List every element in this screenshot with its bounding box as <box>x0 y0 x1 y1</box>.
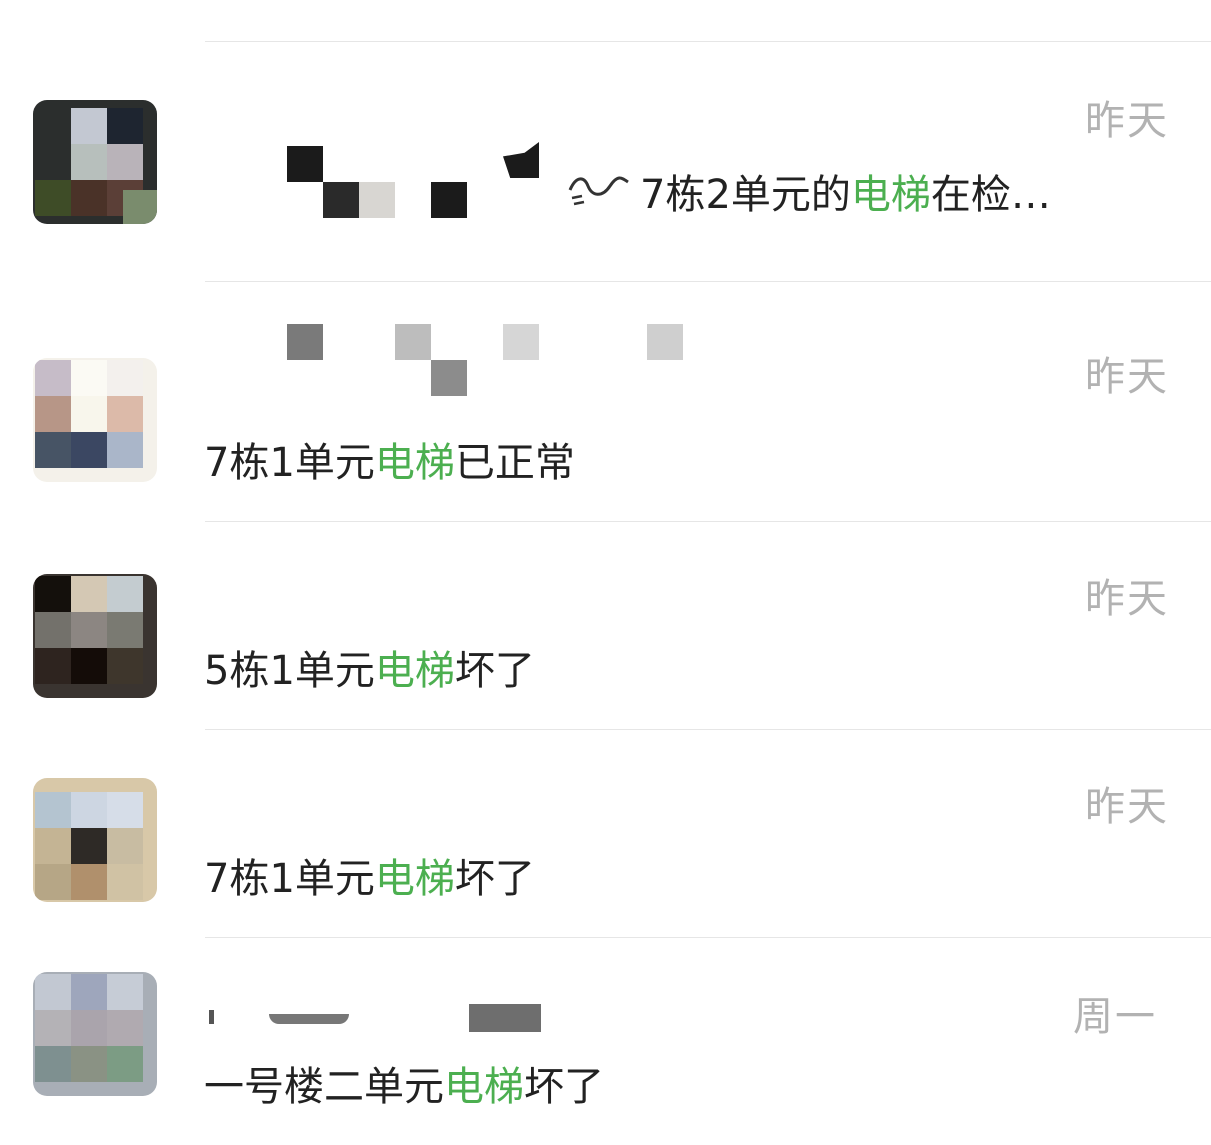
message-preview: 一号楼二单元电梯坏了 <box>204 1054 604 1112</box>
message-preview: 7栋1单元电梯坏了 <box>204 846 535 904</box>
avatar <box>33 574 157 698</box>
message-preview: 7栋2单元的电梯在检… <box>640 162 1051 220</box>
avatar <box>33 358 157 482</box>
search-result-row[interactable]: 昨天 5栋1单元电梯坏了 <box>0 522 1211 729</box>
highlighted-keyword: 电梯 <box>374 856 455 902</box>
avatar <box>33 778 157 902</box>
highlighted-keyword: 电梯 <box>374 440 455 486</box>
preview-text: 坏了 <box>524 1064 604 1110</box>
preview-text: 已正常 <box>454 440 575 486</box>
timestamp: 周一 <box>1073 994 1157 1040</box>
search-result-row[interactable]: 昨天 7栋2单元的电梯在检… <box>0 42 1211 281</box>
highlighted-keyword: 电梯 <box>850 172 931 218</box>
timestamp: 昨天 <box>1085 354 1169 400</box>
search-result-row[interactable]: 周一 一号楼二单元电梯坏了 <box>0 938 1211 1145</box>
avatar <box>33 972 157 1096</box>
timestamp: 昨天 <box>1085 784 1169 830</box>
preview-text: 在检… <box>930 172 1051 218</box>
highlighted-keyword: 电梯 <box>444 1064 524 1110</box>
sender-name-pixelated <box>205 998 545 1034</box>
sender-name-pixelated <box>287 142 547 222</box>
preview-text: 7栋1单元 <box>204 856 375 902</box>
search-result-row[interactable]: 昨天 7栋1单元电梯已正常 <box>0 282 1211 521</box>
timestamp: 昨天 <box>1085 98 1169 144</box>
emoji-icon <box>568 176 629 206</box>
preview-text: 7栋2单元的 <box>640 172 851 218</box>
message-preview: 7栋1单元电梯已正常 <box>204 430 575 488</box>
preview-text: 一号楼二单元 <box>204 1064 444 1110</box>
message-preview: 5栋1单元电梯坏了 <box>204 638 535 696</box>
avatar <box>33 100 157 224</box>
preview-text: 坏了 <box>454 648 535 694</box>
preview-text: 7栋1单元 <box>204 440 375 486</box>
sender-name-pixelated <box>287 324 687 396</box>
preview-text: 坏了 <box>454 856 535 902</box>
preview-text: 5栋1单元 <box>204 648 375 694</box>
timestamp: 昨天 <box>1085 576 1169 622</box>
highlighted-keyword: 电梯 <box>374 648 455 694</box>
search-result-row[interactable]: 昨天 7栋1单元电梯坏了 <box>0 730 1211 937</box>
